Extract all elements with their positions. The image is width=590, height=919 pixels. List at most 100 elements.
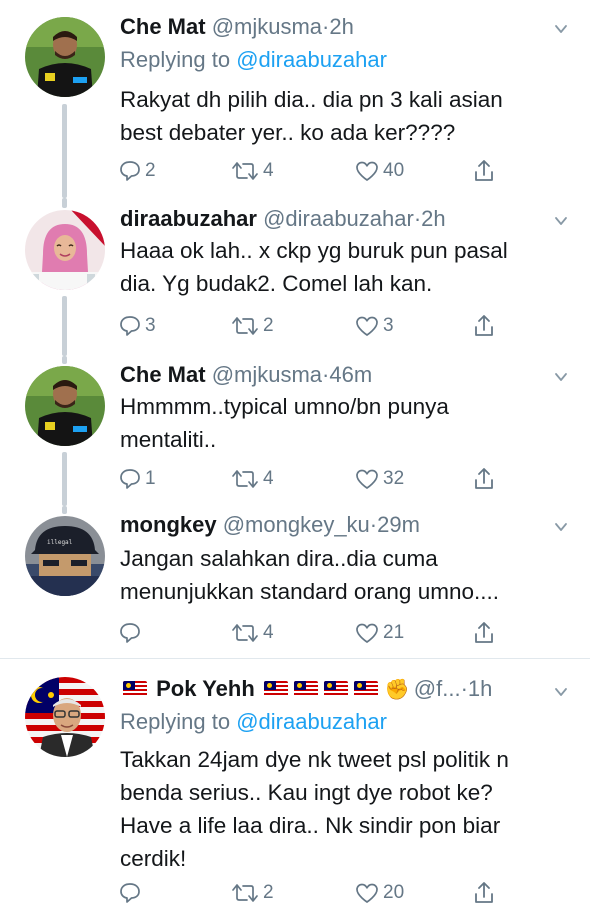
display-name[interactable]: Che Mat — [120, 362, 206, 387]
tweet-text-line: Jangan salahkan dira..dia cuma — [120, 546, 438, 571]
avatar[interactable] — [25, 677, 105, 757]
handle[interactable]: @mjkusma — [212, 362, 322, 387]
retweet-button[interactable]: 4 — [230, 464, 274, 494]
share-button[interactable] — [472, 618, 496, 648]
thread-line — [62, 356, 67, 364]
tweet-header: diraabuzahar @diraabuzahar·2h — [120, 206, 446, 232]
display-name[interactable]: Pok Yehh — [156, 676, 255, 701]
avatar[interactable] — [25, 210, 105, 290]
share-icon — [475, 468, 493, 489]
hijab-woman-avatar-icon — [25, 210, 105, 290]
reply-button[interactable] — [118, 618, 145, 648]
retweet-icon — [232, 884, 258, 902]
share-button[interactable] — [472, 156, 496, 186]
like-button[interactable]: 3 — [354, 311, 394, 341]
handle[interactable]: @mongkey_ku — [223, 512, 370, 537]
heart-icon — [356, 161, 378, 181]
like-count: 32 — [383, 468, 405, 489]
handle[interactable]: @mjkusma — [212, 14, 322, 39]
tweet-5[interactable]: Pok Yehh ✊ @f...·1h Replying to @diraabuz… — [0, 659, 590, 919]
chevron-down-icon[interactable] — [554, 214, 568, 228]
malaysia-flag-icon — [323, 681, 348, 697]
tweet-text: Jangan salahkan dira..dia cuma menunjukk… — [120, 542, 570, 608]
tweet-header: Che Mat @mjkusma·46m — [120, 362, 372, 388]
like-count: 40 — [383, 160, 405, 181]
avatar[interactable] — [25, 366, 105, 446]
tweet-text-line: Haaa ok lah.. x ckp yg buruk pun pasal — [120, 238, 508, 263]
retweet-count: 4 — [263, 622, 274, 643]
avatar[interactable] — [25, 17, 105, 97]
share-button[interactable] — [472, 878, 496, 908]
retweet-button[interactable]: 2 — [230, 311, 274, 341]
soccer-player-avatar-icon — [25, 17, 105, 97]
tweet-4[interactable]: illegal mongkey @mongkey_ku·29m Jangan s… — [0, 506, 590, 658]
chevron-down-icon[interactable] — [554, 685, 568, 699]
share-button[interactable] — [472, 464, 496, 494]
retweet-button[interactable]: 4 — [230, 156, 274, 186]
display-name[interactable]: mongkey — [120, 512, 217, 537]
raised-fist-icon: ✊ — [384, 679, 410, 701]
avatar[interactable]: illegal — [25, 516, 105, 596]
soccer-player-avatar-icon — [25, 366, 105, 446]
retweet-button[interactable]: 4 — [230, 618, 274, 648]
timestamp[interactable]: 46m — [329, 362, 372, 387]
share-button[interactable] — [472, 311, 496, 341]
tweet-actions: 1 4 32 — [118, 464, 498, 494]
reply-button[interactable]: 2 — [118, 156, 156, 186]
chevron-down-icon[interactable] — [554, 520, 568, 534]
chevron-down-icon[interactable] — [554, 22, 568, 36]
retweet-icon — [232, 317, 258, 335]
reply-icon — [120, 161, 140, 181]
tweet-text-line: menunjukkan standard orang umno.... — [120, 579, 499, 604]
heart-icon — [356, 469, 378, 489]
reply-count: 2 — [145, 160, 156, 181]
tweet-text: Hmmmm..typical umno/bn punya mentaliti.. — [120, 390, 570, 456]
timestamp[interactable]: 1h — [468, 676, 492, 701]
retweet-count: 2 — [263, 882, 274, 903]
malaysia-flag-icon — [293, 681, 318, 697]
reply-button[interactable]: 3 — [118, 311, 156, 341]
retweet-count: 4 — [263, 468, 274, 489]
thread-line — [62, 506, 67, 514]
reply-button[interactable]: 1 — [118, 464, 156, 494]
tweet-text-line: benda serius.. Kau ingt dye robot ke? — [120, 780, 493, 805]
share-icon — [475, 160, 493, 181]
reply-icon — [120, 623, 140, 643]
thread-line — [62, 452, 67, 506]
reply-icon — [120, 316, 140, 336]
replying-prefix: Replying to — [120, 709, 231, 734]
like-button[interactable]: 40 — [354, 156, 404, 186]
like-button[interactable]: 32 — [354, 464, 404, 494]
timestamp[interactable]: 2h — [329, 14, 353, 39]
share-icon — [475, 882, 493, 903]
tweet-header: mongkey @mongkey_ku·29m — [120, 512, 420, 538]
like-count: 21 — [383, 622, 405, 643]
separator-dot: · — [460, 676, 468, 701]
tweet-text-line: cerdik! — [120, 846, 187, 871]
tweet-3[interactable]: Che Mat @mjkusma·46m Hmmmm..typical umno… — [0, 356, 590, 506]
tweet-actions: 2 20 — [118, 878, 498, 908]
reply-count: 3 — [145, 315, 156, 336]
mention-link[interactable]: @diraabuzahar — [236, 47, 387, 72]
retweet-count: 2 — [263, 315, 274, 336]
like-button[interactable]: 21 — [354, 618, 404, 648]
heart-icon — [356, 623, 378, 643]
mention-link[interactable]: @diraabuzahar — [236, 709, 387, 734]
reply-button[interactable] — [118, 878, 145, 908]
like-button[interactable]: 20 — [354, 878, 404, 908]
timestamp[interactable]: 29m — [377, 512, 420, 537]
thread-line — [62, 296, 67, 356]
replying-to: Replying to @diraabuzahar — [120, 709, 387, 735]
retweet-button[interactable]: 2 — [230, 878, 274, 908]
heart-icon — [356, 316, 378, 336]
display-name[interactable]: diraabuzahar — [120, 206, 257, 231]
display-name[interactable]: Che Mat — [120, 14, 206, 39]
handle[interactable]: @diraabuzahar — [263, 206, 414, 231]
handle[interactable]: @f... — [414, 676, 461, 701]
chevron-down-icon[interactable] — [554, 370, 568, 384]
tweet-2[interactable]: diraabuzahar @diraabuzahar·2h Haaa ok la… — [0, 198, 590, 356]
retweet-icon — [232, 624, 258, 642]
replying-to: Replying to @diraabuzahar — [120, 47, 387, 73]
timestamp[interactable]: 2h — [421, 206, 445, 231]
tweet-1[interactable]: Che Mat @mjkusma·2h Replying to @diraabu… — [0, 0, 590, 198]
